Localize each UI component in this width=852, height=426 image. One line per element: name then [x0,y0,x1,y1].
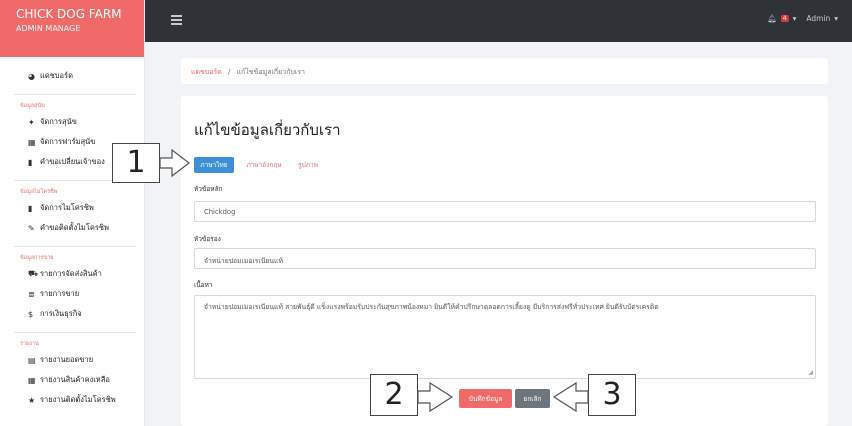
right-arrow-icon [159,148,190,178]
annotation-arrows [159,148,589,413]
left-arrow-icon [552,381,589,413]
right-arrow-icon [417,381,454,413]
